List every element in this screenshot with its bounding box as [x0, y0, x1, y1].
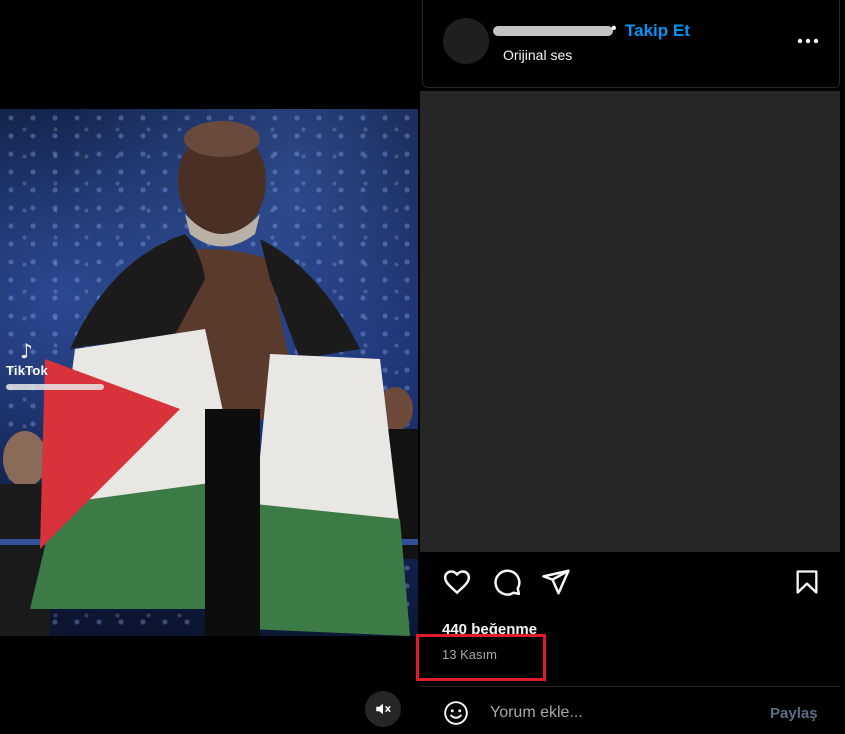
speaker-muted-icon — [376, 703, 391, 715]
smiley-icon — [444, 701, 468, 725]
paper-plane-icon — [542, 569, 570, 595]
post-panel: • Takip Et Orijinal ses 440 beğenme 13 K… — [416, 0, 845, 734]
video-player[interactable]: ♪ TikTok — [0, 109, 418, 636]
tiktok-brand-text: TikTok — [6, 363, 48, 378]
more-horizontal-icon — [797, 38, 819, 44]
mute-toggle-button[interactable] — [365, 691, 401, 727]
tiktok-handle-redacted — [6, 384, 104, 390]
date-highlight-box — [416, 634, 546, 681]
comment-bubble-icon — [494, 569, 521, 596]
username-redacted[interactable] — [493, 26, 613, 36]
avatar[interactable] — [443, 18, 489, 64]
bookmark-icon — [796, 570, 818, 594]
save-button[interactable] — [790, 565, 824, 599]
like-button[interactable] — [440, 565, 474, 599]
share-button[interactable] — [539, 565, 573, 599]
more-options-button[interactable] — [795, 28, 821, 54]
comment-input[interactable] — [490, 701, 760, 725]
post-header: • Takip Et Orijinal ses — [422, 0, 840, 88]
audio-link[interactable]: Orijinal ses — [503, 47, 572, 63]
heart-icon — [443, 570, 471, 595]
comment-composer: Paylaş — [420, 687, 840, 734]
follow-button[interactable]: Takip Et — [625, 21, 690, 41]
tiktok-logo-icon: ♪ — [20, 339, 33, 363]
action-bar — [420, 565, 840, 605]
comments-area — [420, 91, 840, 552]
video-pane: ♪ TikTok — [0, 0, 420, 734]
post-comment-button[interactable]: Paylaş — [770, 705, 818, 722]
comment-button[interactable] — [490, 565, 524, 599]
emoji-button[interactable] — [442, 699, 470, 727]
tiktok-watermark: ♪ TikTok — [6, 339, 104, 390]
separator-dot: • — [611, 20, 617, 37]
